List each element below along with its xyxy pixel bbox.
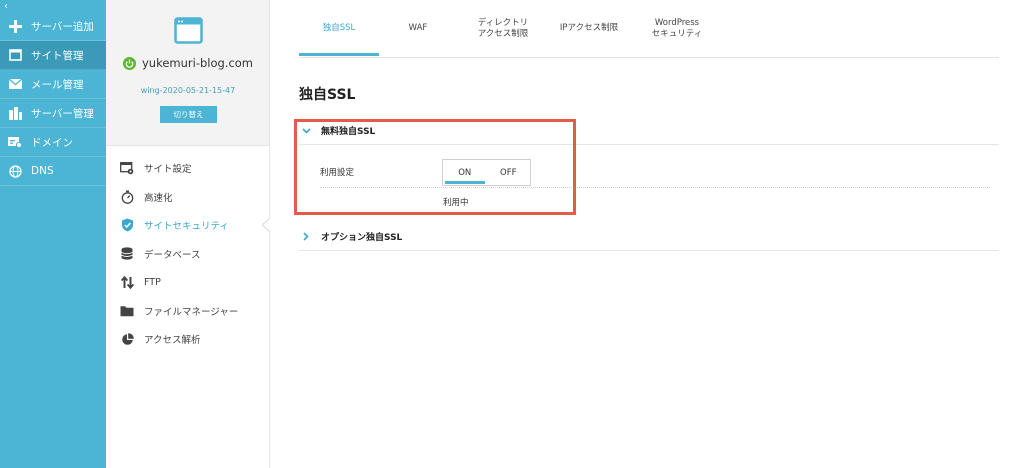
site-settings-icon <box>120 161 134 175</box>
sidebar-item-server-management[interactable]: サーバー管理 <box>0 99 106 128</box>
browser-window-icon <box>174 17 203 48</box>
site-panel: yukemuri-blog.com wing-2020-05-21-15-47 … <box>106 0 270 468</box>
menu-item-access-analysis[interactable]: アクセス解析 <box>106 325 269 354</box>
sidebar-item-site-management[interactable]: サイト管理 <box>0 41 106 70</box>
menu-item-label: アクセス解析 <box>144 335 201 347</box>
sidebar-item-label: サーバー追加 <box>31 20 94 33</box>
app-root: ‹ サーバー追加 サイト管理 メール管理 サーバー管理 ドメイン DNS yuk… <box>0 0 1024 468</box>
sidebar-item-label: サイト管理 <box>31 49 84 62</box>
server-icon <box>8 106 22 120</box>
security-tabs: 独自SSL WAF ディレクトリ アクセス制限 IPアクセス制限 WordPres… <box>299 0 999 58</box>
sidebar-item-label: DNS <box>31 165 54 177</box>
menu-item-label: 高速化 <box>144 192 173 204</box>
mail-icon <box>8 77 22 91</box>
power-icon <box>122 56 136 70</box>
toggle-off-option[interactable]: OFF <box>487 160 531 185</box>
option-ssl-section-header[interactable]: オプション独自SSL <box>299 223 999 251</box>
chevron-down-icon <box>299 127 313 134</box>
domain-icon <box>8 135 22 149</box>
page-title: 独自SSL <box>299 87 356 103</box>
pie-chart-icon <box>120 332 134 346</box>
section-title: 無料独自SSL <box>321 127 376 137</box>
setting-divider <box>320 187 990 188</box>
sidebar-item-domain[interactable]: ドメイン <box>0 128 106 157</box>
tab-waf[interactable]: WAF <box>379 0 457 58</box>
menu-item-site-settings[interactable]: サイト設定 <box>106 154 269 183</box>
menu-item-database[interactable]: データベース <box>106 240 269 269</box>
database-icon <box>120 247 134 261</box>
menu-item-label: サイト設定 <box>144 164 192 176</box>
globe-icon <box>8 164 22 178</box>
menu-item-speedup[interactable]: 高速化 <box>106 183 269 212</box>
plus-icon <box>8 19 22 33</box>
switch-button[interactable]: 切り替え <box>160 106 217 123</box>
setting-label: 利用設定 <box>320 168 355 178</box>
sidebar-item-mail-management[interactable]: メール管理 <box>0 70 106 99</box>
menu-item-label: サイトセキュリティ <box>144 221 229 233</box>
sidebar-item-label: ドメイン <box>31 136 73 149</box>
tab-directory-access[interactable]: ディレクトリ アクセス制限 <box>457 0 549 58</box>
stopwatch-icon <box>120 190 134 204</box>
tab-ssl[interactable]: 独自SSL <box>299 0 379 58</box>
chevron-right-icon <box>299 232 313 241</box>
shield-check-icon <box>120 218 134 232</box>
tab-wordpress-security[interactable]: WordPress セキュリティ <box>629 0 725 58</box>
site-card: yukemuri-blog.com wing-2020-05-21-15-47 … <box>106 0 269 146</box>
menu-item-file-manager[interactable]: ファイルマネージャー <box>106 297 269 326</box>
sidebar-collapse-icon[interactable]: ‹ <box>0 0 106 12</box>
ssl-toggle: ON OFF <box>442 159 531 186</box>
main-content: 独自SSL WAF ディレクトリ アクセス制限 IPアクセス制限 WordPres… <box>271 0 1024 468</box>
menu-item-label: ファイルマネージャー <box>144 306 239 318</box>
main-sidebar: ‹ サーバー追加 サイト管理 メール管理 サーバー管理 ドメイン DNS <box>0 0 106 468</box>
sidebar-item-server-add[interactable]: サーバー追加 <box>0 12 106 41</box>
menu-item-label: データベース <box>144 249 201 261</box>
transfer-arrows-icon <box>120 275 134 289</box>
sidebar-item-label: メール管理 <box>31 78 84 91</box>
tab-ip-access[interactable]: IPアクセス制限 <box>549 0 629 58</box>
menu-item-label: FTP <box>144 276 161 288</box>
sidebar-item-dns[interactable]: DNS <box>0 157 106 186</box>
free-ssl-section-header[interactable]: 無料独自SSL <box>299 117 999 145</box>
site-domain: yukemuri-blog.com <box>106 56 270 70</box>
status-text: 利用中 <box>443 198 469 208</box>
site-domain-text: yukemuri-blog.com <box>141 56 254 70</box>
menu-item-site-security[interactable]: サイトセキュリティ <box>106 211 270 240</box>
server-id: wing-2020-05-21-15-47 <box>140 86 236 95</box>
menu-item-ftp[interactable]: FTP <box>106 268 269 297</box>
folder-icon <box>120 304 134 318</box>
sidebar-item-label: サーバー管理 <box>31 107 94 120</box>
window-icon <box>8 48 22 62</box>
toggle-on-option[interactable]: ON <box>443 160 487 185</box>
section-title: オプション独自SSL <box>321 233 403 243</box>
site-menu: サイト設定 高速化 サイトセキュリティ データベース FTP ファイルマネージャ… <box>106 146 270 354</box>
